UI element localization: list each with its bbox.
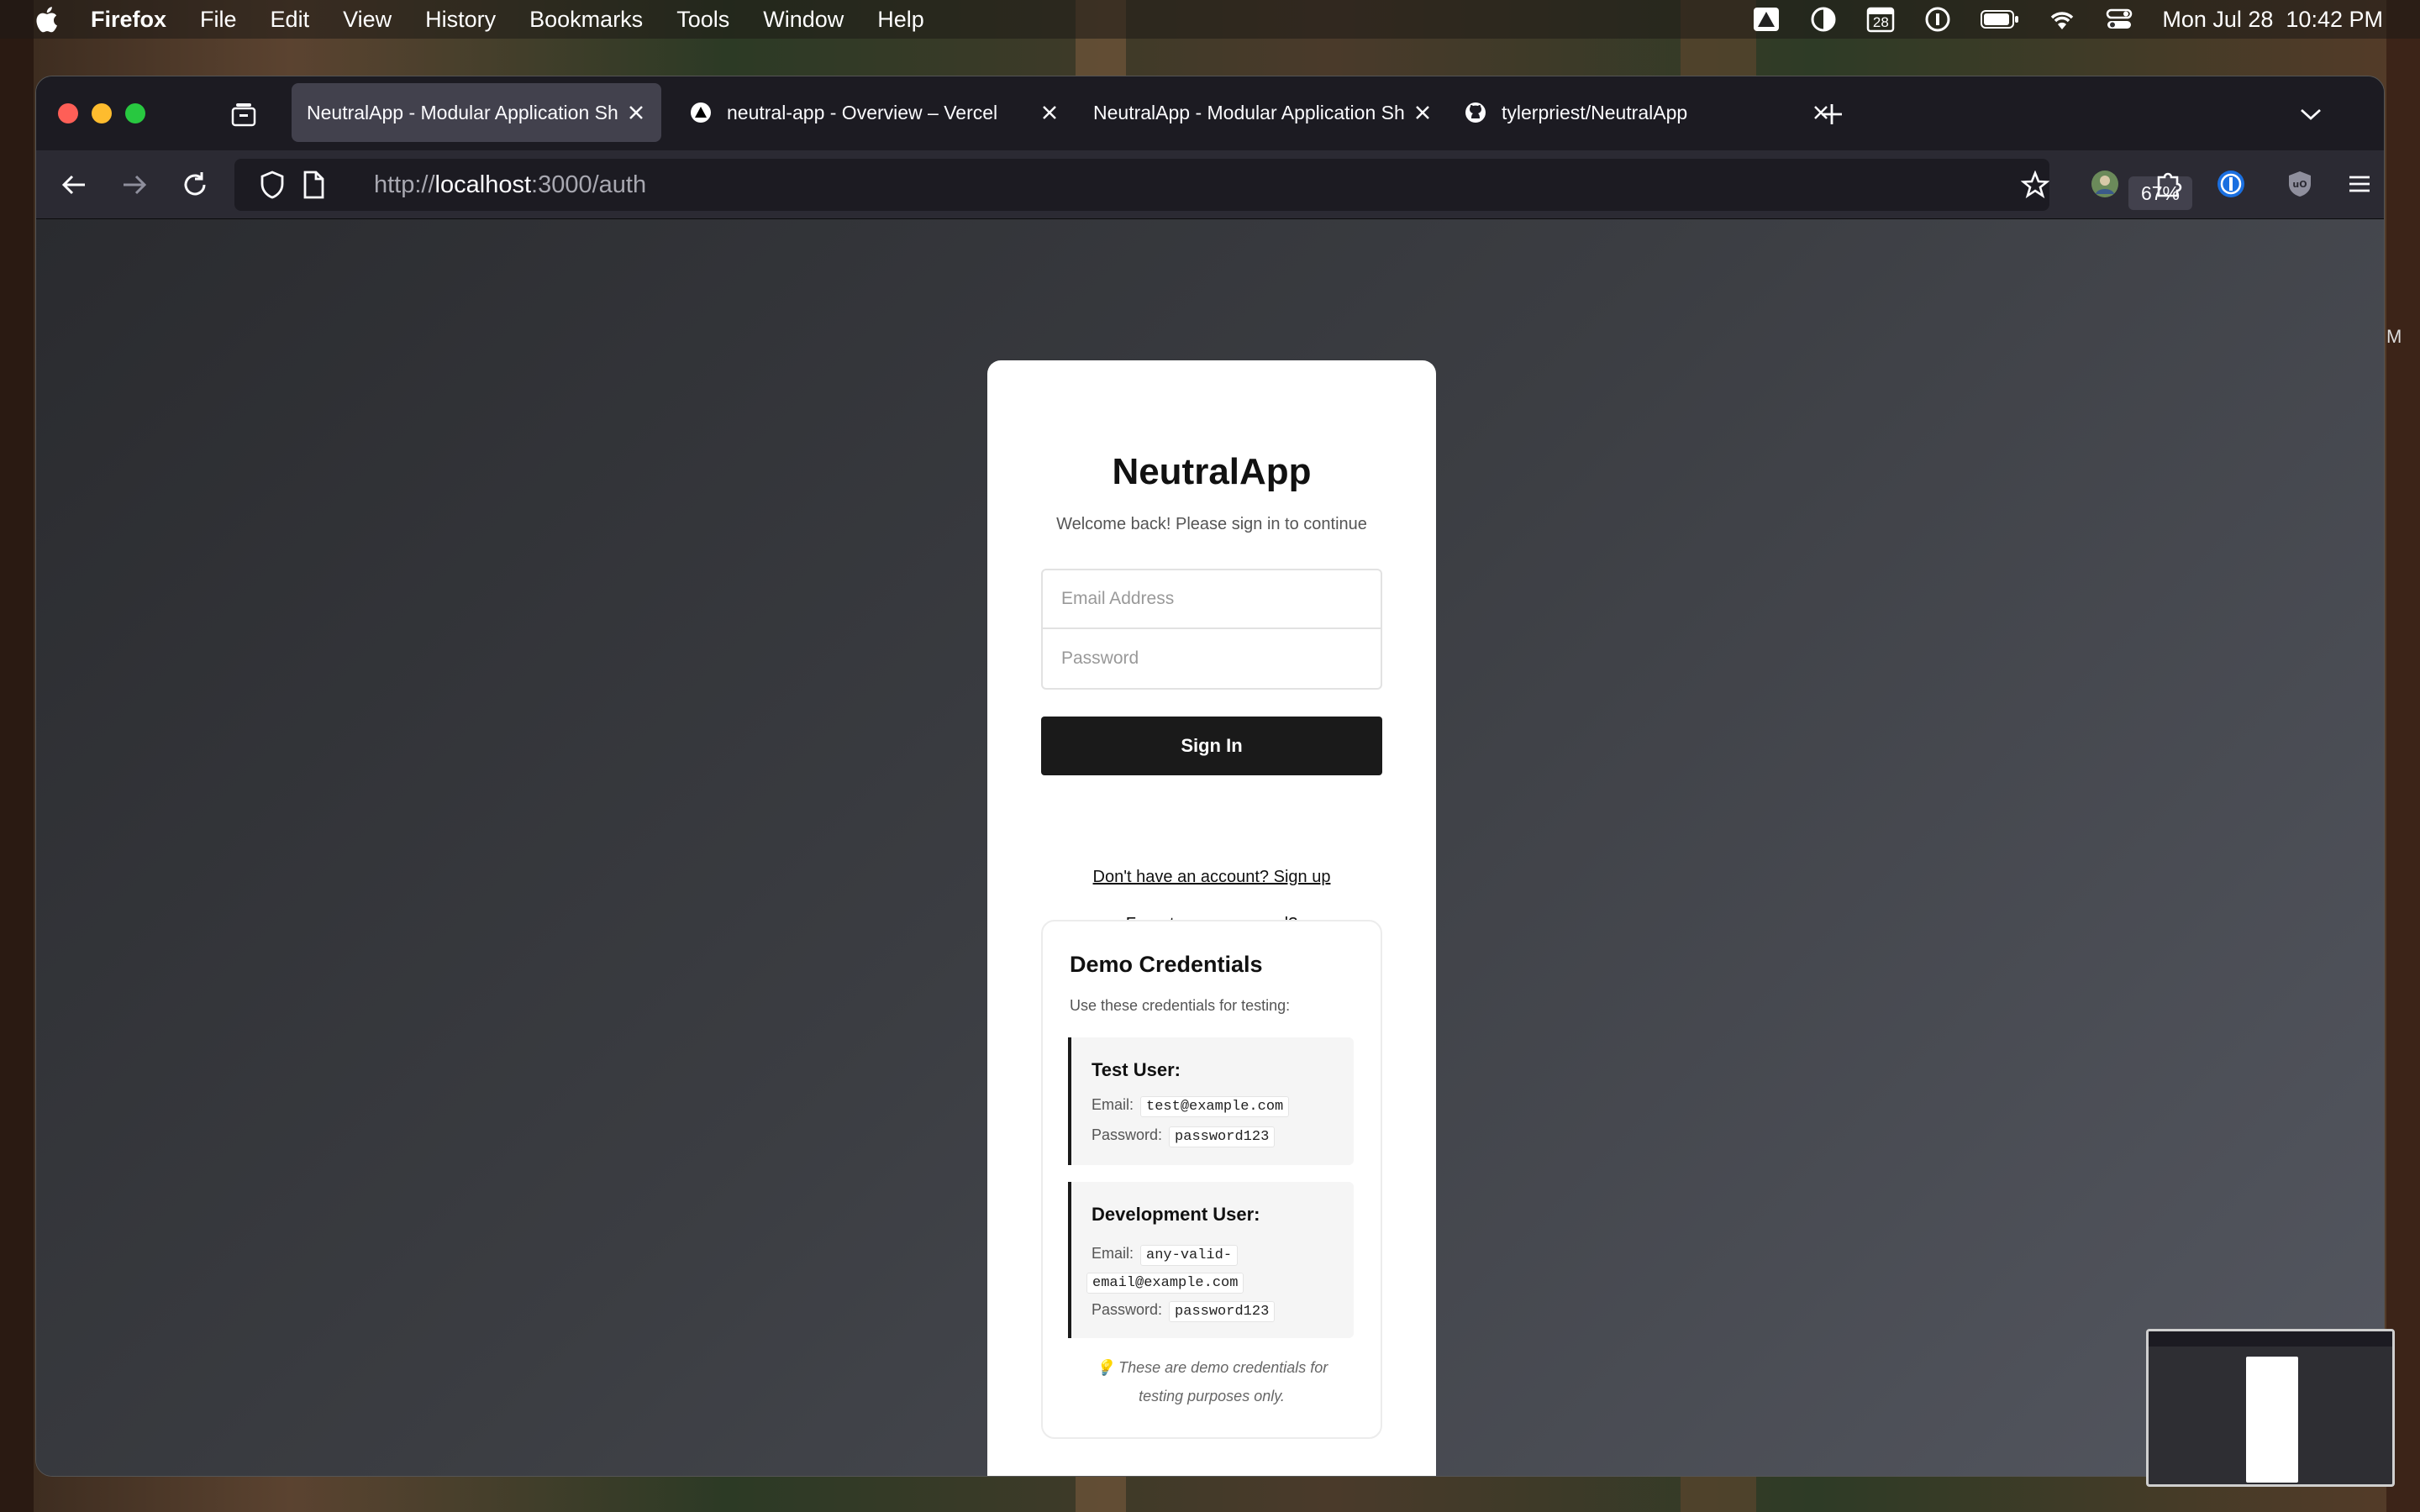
demo-credentials-title: Demo Credentials <box>1070 952 1263 977</box>
email-label: Email: <box>1092 1245 1134 1262</box>
reload-button[interactable] <box>177 167 213 202</box>
demo-credentials-panel: Demo Credentials Use these credentials f… <box>1041 920 1382 1439</box>
page-viewport: NeutralApp Welcome back! Please sign in … <box>36 219 2384 1476</box>
menubar-clock[interactable]: Mon Jul 28 10:42 PM <box>2162 7 2383 33</box>
email-field[interactable]: Email Address <box>1041 569 1382 629</box>
new-tab-icon[interactable] <box>1819 102 1844 127</box>
auth-subtitle: Welcome back! Please sign in to continue <box>1056 515 1367 533</box>
apple-logo-icon[interactable] <box>34 5 59 34</box>
ublock-origin-icon[interactable]: uO <box>2285 169 2315 199</box>
url-text[interactable]: http://localhost:3000/auth <box>374 171 646 199</box>
email-label: Email: <box>1092 1096 1134 1113</box>
dev-user-email-row: Email: any-valid- email@example.com <box>1086 1241 1244 1296</box>
tab-vercel[interactable]: neutral-app - Overview – Vercel <box>681 83 1068 142</box>
battery-icon[interactable] <box>1981 7 2019 32</box>
test-user-email: test@example.com <box>1140 1096 1290 1117</box>
menu-edit[interactable]: Edit <box>271 7 310 33</box>
test-user-title: Test User: <box>1092 1059 1181 1080</box>
dev-user-password: password123 <box>1169 1301 1276 1322</box>
close-tab-icon[interactable] <box>1413 102 1433 123</box>
bookmark-star-icon[interactable] <box>2020 170 2050 199</box>
app-title: NeutralApp <box>1112 451 1312 492</box>
forward-button[interactable] <box>117 167 152 202</box>
menu-window[interactable]: Window <box>763 7 844 33</box>
address-bar[interactable]: http://localhost:3000/auth 67% <box>234 159 2192 211</box>
password-label: Password: <box>1092 1126 1163 1143</box>
contrast-icon[interactable] <box>1809 7 1838 32</box>
navigation-toolbar: http://localhost:3000/auth 67% uO <box>36 150 2384 219</box>
macos-menu-bar: Firefox File Edit View History Bookmarks… <box>0 0 2420 39</box>
zoom-window-button[interactable] <box>125 103 145 123</box>
onepassword-extension-icon[interactable] <box>2216 169 2246 199</box>
demo-credentials-subtitle: Use these credentials for testing: <box>1070 997 1291 1014</box>
github-icon <box>1465 102 1486 123</box>
menu-app-name[interactable]: Firefox <box>91 7 166 33</box>
extensions-puzzle-icon[interactable] <box>2154 169 2184 199</box>
password-manager-icon[interactable] <box>1923 7 1952 32</box>
close-tab-icon[interactable] <box>1039 102 1060 123</box>
dev-user-password-row: Password: password123 <box>1092 1301 1276 1322</box>
list-all-tabs-icon[interactable] <box>2298 103 2323 125</box>
control-center-icon[interactable] <box>2105 7 2133 32</box>
demo-note-line2: testing purposes only. <box>1139 1388 1285 1404</box>
tab-github[interactable]: tylerpriest/NeutralApp <box>1456 83 1839 142</box>
url-path: :3000/auth <box>531 171 647 198</box>
sign-in-button[interactable]: Sign In <box>1041 717 1382 775</box>
window-controls <box>58 103 145 123</box>
menu-history[interactable]: History <box>425 7 496 33</box>
thumbnail-tabbar <box>2149 1331 2392 1347</box>
tab-label: neutral-app - Overview – Vercel <box>727 101 998 123</box>
close-window-button[interactable] <box>58 103 78 123</box>
url-host: localhost <box>434 171 532 198</box>
menu-help[interactable]: Help <box>877 7 924 33</box>
menu-tools[interactable]: Tools <box>676 7 729 33</box>
thumbnail-card <box>2246 1357 2298 1483</box>
menu-bookmarks[interactable]: Bookmarks <box>529 7 643 33</box>
svg-text:uO: uO <box>2292 179 2307 190</box>
password-field[interactable]: Password <box>1041 629 1382 690</box>
demo-note-line1: 💡 These are demo credentials for <box>1095 1359 1328 1376</box>
sign-up-link[interactable]: Don't have an account? Sign up <box>987 868 1436 887</box>
auth-card: NeutralApp Welcome back! Please sign in … <box>987 360 1436 1476</box>
tab-overview-icon[interactable] <box>229 100 258 129</box>
dev-user-email-part2: email@example.com <box>1086 1273 1244 1294</box>
edge-letter: M <box>2386 326 2402 347</box>
test-user-password: password123 <box>1169 1126 1276 1147</box>
tab-neutralapp-2[interactable]: NeutralApp - Modular Application Sh <box>1078 83 1448 142</box>
back-button[interactable] <box>56 167 92 202</box>
drive-status-icon[interactable] <box>1752 7 1781 32</box>
close-tab-icon[interactable] <box>626 102 646 123</box>
test-user-email-row: Email: test@example.com <box>1092 1096 1290 1117</box>
test-user-password-row: Password: password123 <box>1092 1126 1276 1147</box>
dev-user-credentials: Development User: Email: any-valid- email… <box>1068 1182 1354 1338</box>
tab-label: NeutralApp - Modular Application Sh <box>1093 101 1404 123</box>
calendar-icon[interactable]: 28 <box>1866 7 1895 33</box>
tracking-protection-shield-icon[interactable] <box>260 171 285 199</box>
screenshot-thumbnail-preview[interactable] <box>2146 1329 2395 1487</box>
page-info-icon[interactable] <box>302 171 325 199</box>
calendar-day: 28 <box>1872 14 1889 30</box>
dev-user-email-part1: any-valid- <box>1140 1245 1239 1266</box>
minimize-window-button[interactable] <box>92 103 112 123</box>
vercel-triangle-icon <box>691 102 711 123</box>
test-user-credentials: Test User: Email: test@example.com Passwo… <box>1068 1037 1354 1165</box>
menu-view[interactable]: View <box>343 7 392 33</box>
dev-user-title: Development User: <box>1092 1204 1260 1225</box>
tab-label: NeutralApp - Modular Application Sh <box>307 101 618 123</box>
demo-note: 💡 These are demo credentials for testing… <box>1043 1353 1381 1410</box>
app-menu-hamburger-icon[interactable] <box>2345 171 2374 197</box>
tab-label: tylerpriest/NeutralApp <box>1502 101 1688 123</box>
profile-avatar-icon[interactable] <box>2090 169 2120 199</box>
tab-strip: NeutralApp - Modular Application Sh neut… <box>36 76 2384 150</box>
tab-neutralapp-active[interactable]: NeutralApp - Modular Application Sh <box>292 83 661 142</box>
menu-file[interactable]: File <box>200 7 237 33</box>
password-label: Password: <box>1092 1301 1163 1318</box>
url-scheme: http:// <box>374 171 435 198</box>
wifi-icon[interactable] <box>2048 7 2076 32</box>
browser-window: NeutralApp - Modular Application Sh neut… <box>35 76 2385 1477</box>
